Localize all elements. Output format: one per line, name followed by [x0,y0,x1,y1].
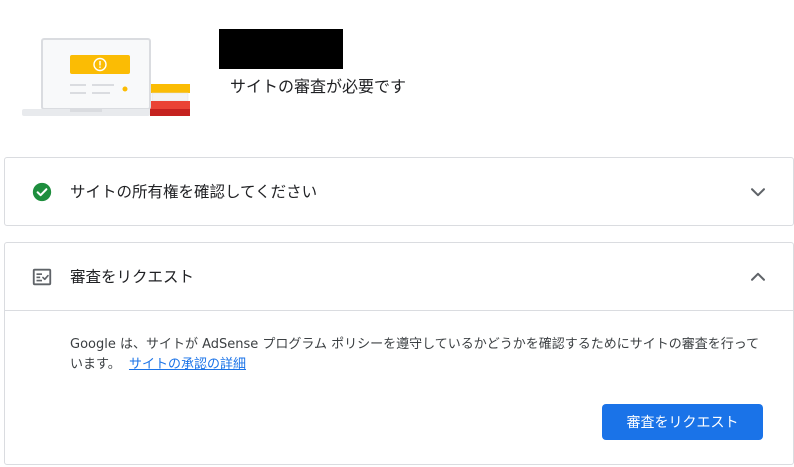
approval-details-link[interactable]: サイトの承認の詳細 [129,357,246,372]
request-review-button[interactable]: 審査をリクエスト [602,404,763,440]
request-review-body: Google は、サイトが AdSense プログラム ポリシーを遵守しているか… [5,311,793,465]
request-review-header[interactable]: 審査をリクエスト [5,243,793,311]
chevron-down-icon[interactable] [747,181,769,203]
site-status-text: サイトの審査が必要です [230,77,407,96]
check-circle-icon [31,181,53,203]
adsense-site-review-page: サイトの審査が必要です サイトの所有権を確認してください 審査をリクエスト Go… [0,0,794,467]
site-header: サイトの審査が必要です [0,0,794,120]
verify-ownership-card: サイトの所有権を確認してください [4,157,794,226]
request-review-title: 審査をリクエスト [70,267,195,286]
verify-ownership-title: サイトの所有権を確認してください [70,182,318,201]
chevron-up-icon[interactable] [747,266,769,288]
checklist-icon [31,266,53,288]
verify-ownership-header[interactable]: サイトの所有権を確認してください [5,158,793,225]
review-description: Google は、サイトが AdSense プログラム ポリシーを遵守しているか… [70,335,770,375]
site-review-illustration [0,38,200,120]
request-review-card: 審査をリクエスト Google は、サイトが AdSense プログラム ポリシ… [4,242,794,465]
site-name-redacted [219,29,343,69]
